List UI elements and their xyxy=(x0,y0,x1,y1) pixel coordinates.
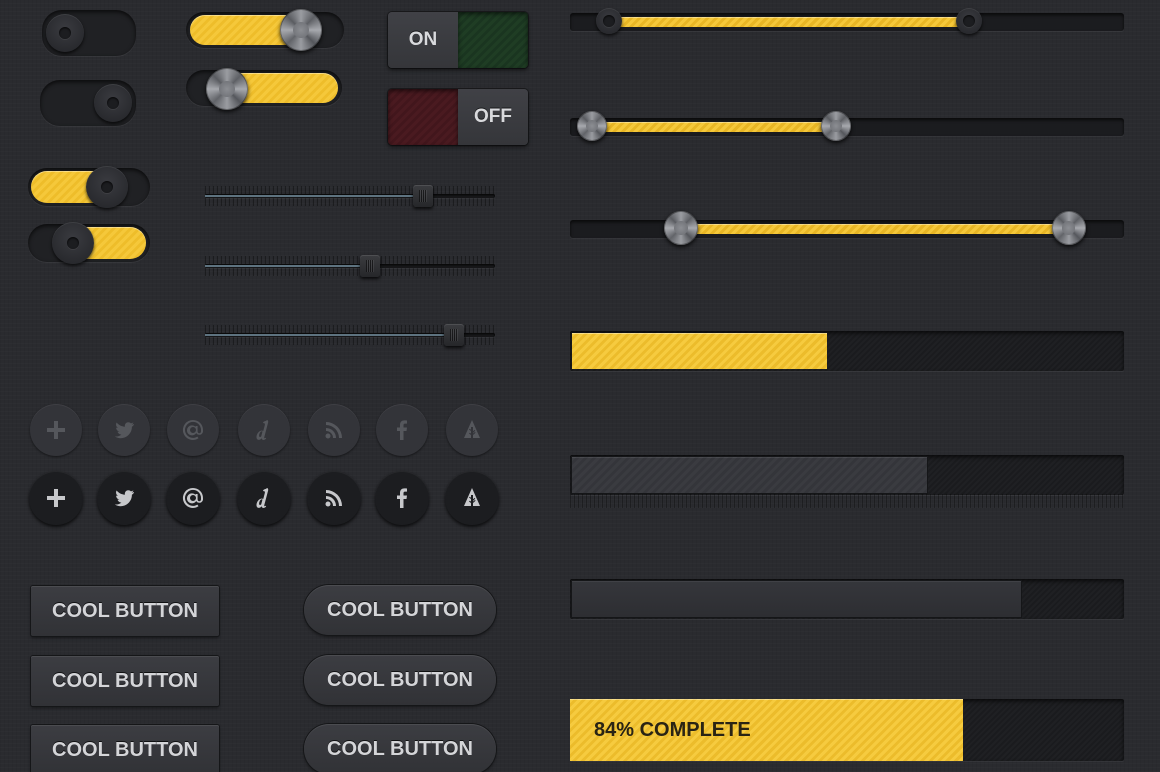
progress-ticks xyxy=(570,494,1124,508)
progress-fill xyxy=(572,581,1021,617)
progress-bar xyxy=(570,455,1124,495)
range-slider[interactable] xyxy=(570,8,1124,34)
off-label: OFF xyxy=(458,89,528,145)
rss-icon[interactable] xyxy=(307,471,361,525)
forrst-icon[interactable] xyxy=(445,471,499,525)
range-fill xyxy=(592,122,836,132)
delicious-icon[interactable] xyxy=(237,471,291,525)
on-indicator xyxy=(458,12,528,68)
range-handle-high[interactable] xyxy=(820,111,851,141)
range-handle-high[interactable] xyxy=(1051,211,1086,245)
cool-button-pill[interactable]: COOL BUTTON xyxy=(304,724,496,772)
facebook-icon[interactable] xyxy=(376,404,428,456)
forrst-icon[interactable] xyxy=(446,404,498,456)
slider-fill xyxy=(205,195,423,197)
toggle-switch-metal-on[interactable] xyxy=(186,9,344,51)
range-handle-low[interactable] xyxy=(595,8,622,34)
off-switch[interactable]: OFF xyxy=(388,89,528,145)
plus-icon[interactable] xyxy=(29,471,83,525)
facebook-icon[interactable] xyxy=(375,471,429,525)
slider-handle[interactable] xyxy=(412,185,433,207)
slider-handle[interactable] xyxy=(360,255,381,277)
range-handle-low[interactable] xyxy=(663,211,698,245)
off-indicator xyxy=(388,89,458,145)
range-fill xyxy=(608,17,969,27)
progress-bar-complete: 84% COMPLETE xyxy=(570,699,1124,761)
plus-icon[interactable] xyxy=(30,404,82,456)
twitter-icon[interactable] xyxy=(98,404,150,456)
range-fill xyxy=(680,224,1069,234)
on-label: ON xyxy=(388,12,458,68)
range-slider[interactable] xyxy=(570,211,1124,245)
range-handle-low[interactable] xyxy=(577,111,608,141)
toggle-knob xyxy=(94,84,132,122)
cool-button-pill[interactable]: COOL BUTTON xyxy=(304,585,496,635)
slider-fill xyxy=(205,265,371,267)
progress-fill: 84% COMPLETE xyxy=(570,699,964,761)
progress-fill xyxy=(572,457,927,493)
at-icon[interactable] xyxy=(167,404,219,456)
toggle-knob xyxy=(52,222,94,264)
on-switch[interactable]: ON xyxy=(388,12,528,68)
cool-button-square[interactable]: COOL BUTTON xyxy=(31,656,219,706)
tick-slider[interactable] xyxy=(205,323,495,347)
toggle-knob xyxy=(86,166,128,208)
progress-bar xyxy=(570,579,1124,619)
delicious-icon[interactable] xyxy=(238,404,290,456)
progress-fill xyxy=(572,333,827,369)
tick-slider[interactable] xyxy=(205,254,495,278)
tick-slider[interactable] xyxy=(205,184,495,208)
range-slider[interactable] xyxy=(570,111,1124,141)
toggle-switch-off[interactable] xyxy=(42,10,136,56)
toggle-switch-metal-off[interactable] xyxy=(186,68,342,110)
toggle-switch-on[interactable] xyxy=(40,80,136,126)
progress-label: 84% COMPLETE xyxy=(594,718,751,741)
toggle-knob-metal xyxy=(280,9,322,51)
cool-button-square[interactable]: COOL BUTTON xyxy=(31,725,219,772)
progress-bar xyxy=(570,331,1124,371)
toggle-switch-yellow-off[interactable] xyxy=(28,222,150,264)
cool-button-square[interactable]: COOL BUTTON xyxy=(31,586,219,636)
range-handle-high[interactable] xyxy=(955,8,982,34)
toggle-switch-yellow-on[interactable] xyxy=(28,166,150,208)
cool-button-pill[interactable]: COOL BUTTON xyxy=(304,655,496,705)
slider-fill xyxy=(205,334,455,336)
twitter-icon[interactable] xyxy=(97,471,151,525)
rss-icon[interactable] xyxy=(308,404,360,456)
toggle-knob xyxy=(46,14,84,52)
slider-handle[interactable] xyxy=(444,324,465,346)
toggle-knob-metal xyxy=(206,68,248,110)
at-icon[interactable] xyxy=(166,471,220,525)
